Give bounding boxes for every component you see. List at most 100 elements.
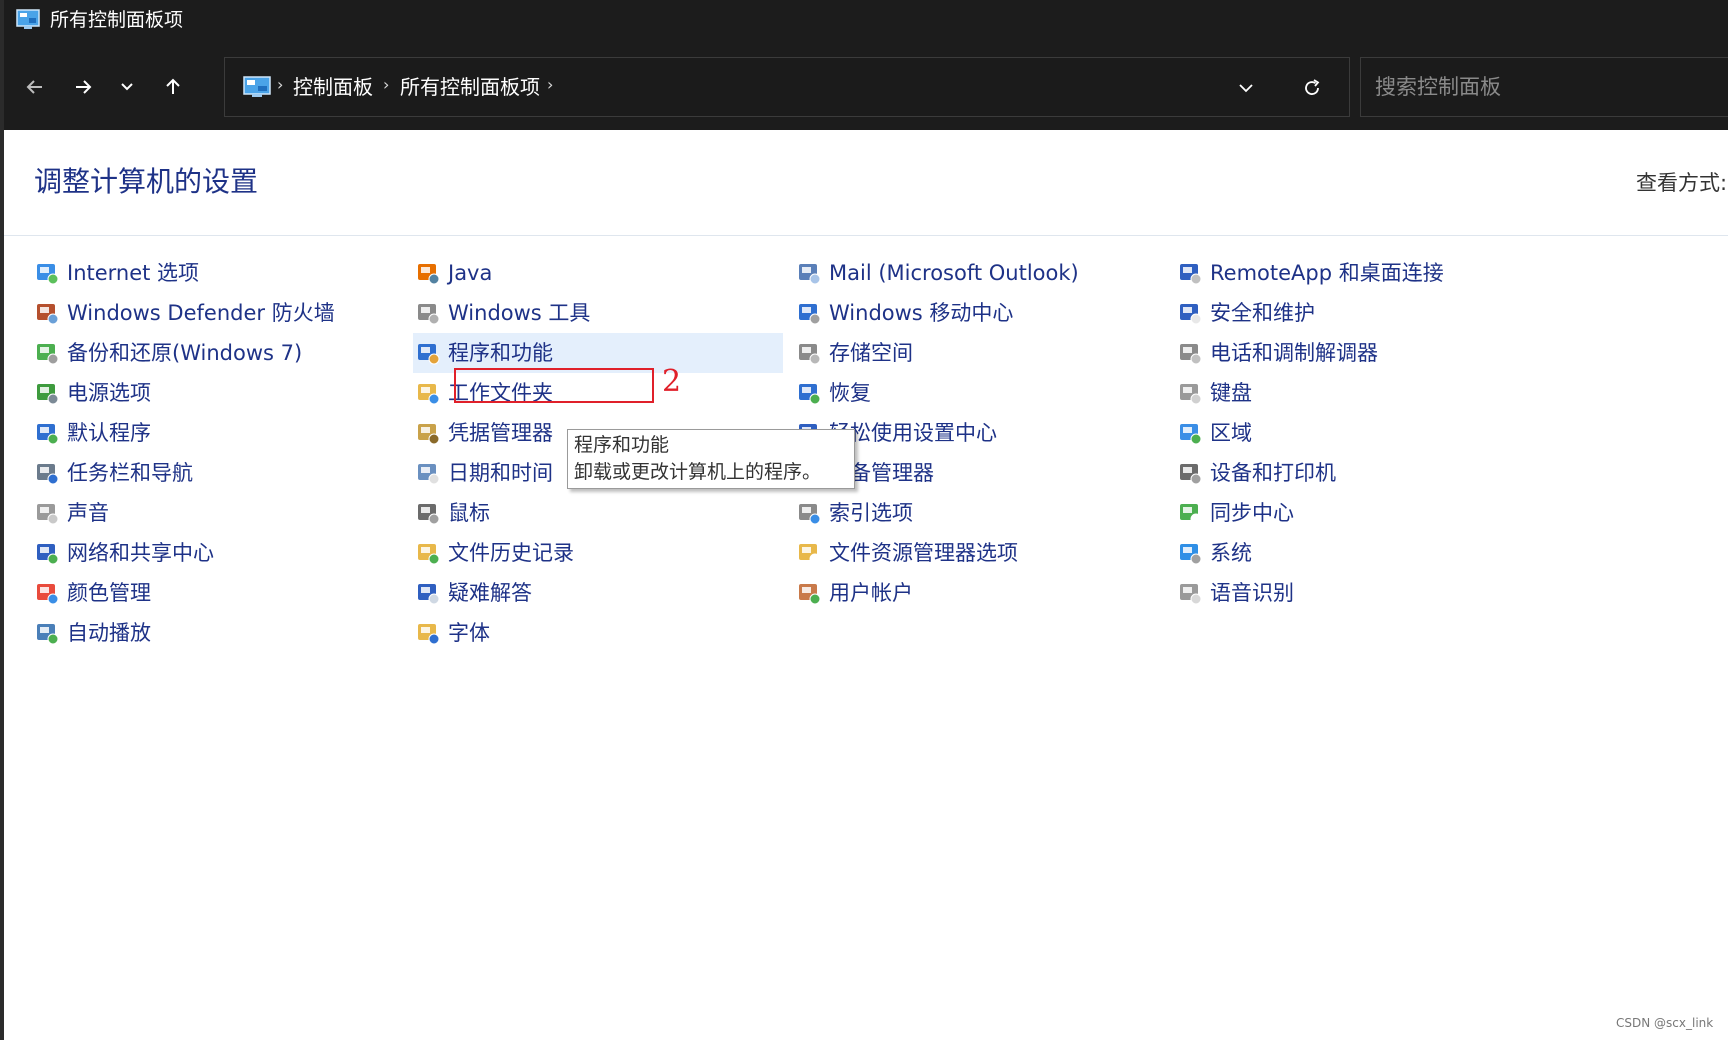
address-bar[interactable]: › 控制面板 › 所有控制面板项 › <box>224 57 1350 117</box>
control-panel-item[interactable]: 文件历史记录 <box>413 533 574 573</box>
control-panel-item[interactable]: Mail (Microsoft Outlook) <box>794 253 1079 293</box>
control-panel-item-label[interactable]: 文件资源管理器选项 <box>829 538 1018 568</box>
control-panel-item-label[interactable]: 默认程序 <box>67 418 151 448</box>
control-panel-item-label[interactable]: Java <box>448 258 492 288</box>
control-panel-item[interactable]: 语音识别 <box>1175 573 1294 613</box>
control-panel-item-label[interactable]: 同步中心 <box>1210 498 1294 528</box>
control-panel-item-label[interactable]: 安全和维护 <box>1210 298 1315 328</box>
control-panel-item-label[interactable]: 系统 <box>1210 538 1252 568</box>
control-panel-item[interactable]: 恢复 <box>794 373 871 413</box>
control-panel-item[interactable]: 字体 <box>413 613 490 653</box>
view-by-label[interactable]: 查看方式: <box>1636 168 1727 198</box>
up-arrow-icon[interactable] <box>156 70 190 104</box>
control-panel-item-label[interactable]: 电源选项 <box>67 378 151 408</box>
control-panel-location-icon <box>243 76 271 98</box>
mobility-center-icon <box>794 298 824 328</box>
breadcrumb-control-panel[interactable]: 控制面板 <box>293 73 373 101</box>
control-panel-item[interactable]: RemoteApp 和桌面连接 <box>1175 253 1444 293</box>
window-title: 所有控制面板项 <box>50 9 184 31</box>
control-panel-item-label[interactable]: 语音识别 <box>1210 578 1294 608</box>
sync-center-icon <box>1175 498 1205 528</box>
control-panel-item-label[interactable]: 备份和还原(Windows 7) <box>67 338 302 368</box>
control-panel-item-label[interactable]: 设备和打印机 <box>1210 458 1336 488</box>
control-panel-item[interactable]: 存储空间 <box>794 333 913 373</box>
control-panel-item[interactable]: 电话和调制解调器 <box>1175 333 1378 373</box>
control-panel-item[interactable]: 任务栏和导航 <box>32 453 193 493</box>
control-panel-item[interactable]: 程序和功能 <box>413 333 783 373</box>
control-panel-item-label[interactable]: 区域 <box>1210 418 1252 448</box>
control-panel-item-label[interactable]: 程序和功能 <box>448 338 553 368</box>
network-icon <box>32 538 62 568</box>
refresh-icon[interactable] <box>1299 75 1325 101</box>
control-panel-item[interactable]: 区域 <box>1175 413 1252 453</box>
address-history-chevron-icon[interactable] <box>1233 75 1259 101</box>
control-panel-item-label[interactable]: Windows 移动中心 <box>829 298 1013 328</box>
control-panel-item[interactable]: 系统 <box>1175 533 1252 573</box>
control-panel-item[interactable]: Windows 工具 <box>413 293 590 333</box>
control-panel-item-label[interactable]: 声音 <box>67 498 109 528</box>
control-panel-item[interactable]: 索引选项 <box>794 493 913 533</box>
search-input[interactable]: 搜索控制面板 <box>1375 73 1501 101</box>
control-panel-item[interactable]: 凭据管理器 <box>413 413 553 453</box>
phone-modem-icon <box>1175 338 1205 368</box>
control-panel-item[interactable]: Windows 移动中心 <box>794 293 1013 333</box>
programs-features-icon <box>413 338 443 368</box>
control-panel-item-label[interactable]: 颜色管理 <box>67 578 151 608</box>
control-panel-item[interactable]: 文件资源管理器选项 <box>794 533 1018 573</box>
date-time-icon <box>413 458 443 488</box>
mouse-icon <box>413 498 443 528</box>
breadcrumb-all-items[interactable]: 所有控制面板项 <box>400 73 540 101</box>
breadcrumb-separator[interactable]: › <box>547 75 553 94</box>
control-panel-item-label[interactable]: 电话和调制解调器 <box>1210 338 1378 368</box>
chevron-down-icon[interactable] <box>110 70 144 104</box>
search-box[interactable]: 搜索控制面板 <box>1360 57 1728 117</box>
control-panel-item[interactable]: 用户帐户 <box>794 573 913 613</box>
work-folders-icon <box>413 378 443 408</box>
control-panel-item-label[interactable]: 疑难解答 <box>448 578 532 608</box>
control-panel-item-label[interactable]: 字体 <box>448 618 490 648</box>
control-panel-item[interactable]: Internet 选项 <box>32 253 199 293</box>
page-title: 调整计算机的设置 <box>34 165 259 198</box>
control-panel-item-label[interactable]: 存储空间 <box>829 338 913 368</box>
devices-printers-icon <box>1175 458 1205 488</box>
control-panel-item-label[interactable]: Windows Defender 防火墙 <box>67 298 335 328</box>
control-panel-item-label[interactable]: Mail (Microsoft Outlook) <box>829 258 1079 288</box>
control-panel-item-label[interactable]: 文件历史记录 <box>448 538 574 568</box>
control-panel-item[interactable]: 网络和共享中心 <box>32 533 214 573</box>
control-panel-item-label[interactable]: 凭据管理器 <box>448 418 553 448</box>
control-panel-item[interactable]: 键盘 <box>1175 373 1252 413</box>
control-panel-item[interactable]: 声音 <box>32 493 109 533</box>
control-panel-item[interactable]: Windows Defender 防火墙 <box>32 293 335 333</box>
control-panel-item-label[interactable]: 恢复 <box>829 378 871 408</box>
control-panel-item-label[interactable]: 用户帐户 <box>829 578 913 608</box>
remoteapp-icon <box>1175 258 1205 288</box>
control-panel-item[interactable]: 默认程序 <box>32 413 151 453</box>
user-accounts-icon <box>794 578 824 608</box>
taskbar-icon <box>32 458 62 488</box>
forward-arrow-icon[interactable] <box>66 70 100 104</box>
control-panel-item[interactable]: 疑难解答 <box>413 573 532 613</box>
control-panel-item-label[interactable]: 自动播放 <box>67 618 151 648</box>
control-panel-item[interactable]: 自动播放 <box>32 613 151 653</box>
control-panel-item-label[interactable]: Windows 工具 <box>448 298 590 328</box>
control-panel-item[interactable]: 电源选项 <box>32 373 151 413</box>
control-panel-item-label[interactable]: 任务栏和导航 <box>67 458 193 488</box>
back-arrow-icon[interactable] <box>18 70 52 104</box>
internet-options-icon <box>32 258 62 288</box>
control-panel-item-label[interactable]: RemoteApp 和桌面连接 <box>1210 258 1444 288</box>
control-panel-item[interactable]: 鼠标 <box>413 493 490 533</box>
control-panel-item-label[interactable]: 鼠标 <box>448 498 490 528</box>
control-panel-item[interactable]: 日期和时间 <box>413 453 553 493</box>
control-panel-item-label[interactable]: 网络和共享中心 <box>67 538 214 568</box>
control-panel-item-label[interactable]: 键盘 <box>1210 378 1252 408</box>
control-panel-item-label[interactable]: 索引选项 <box>829 498 913 528</box>
control-panel-item[interactable]: 安全和维护 <box>1175 293 1315 333</box>
control-panel-item[interactable]: 设备和打印机 <box>1175 453 1336 493</box>
control-panel-item[interactable]: 同步中心 <box>1175 493 1294 533</box>
control-panel-item[interactable]: 颜色管理 <box>32 573 151 613</box>
firewall-icon <box>32 298 62 328</box>
control-panel-item-label[interactable]: 日期和时间 <box>448 458 553 488</box>
control-panel-item[interactable]: 备份和还原(Windows 7) <box>32 333 302 373</box>
control-panel-item[interactable]: Java <box>413 253 492 293</box>
control-panel-item-label[interactable]: Internet 选项 <box>67 258 199 288</box>
